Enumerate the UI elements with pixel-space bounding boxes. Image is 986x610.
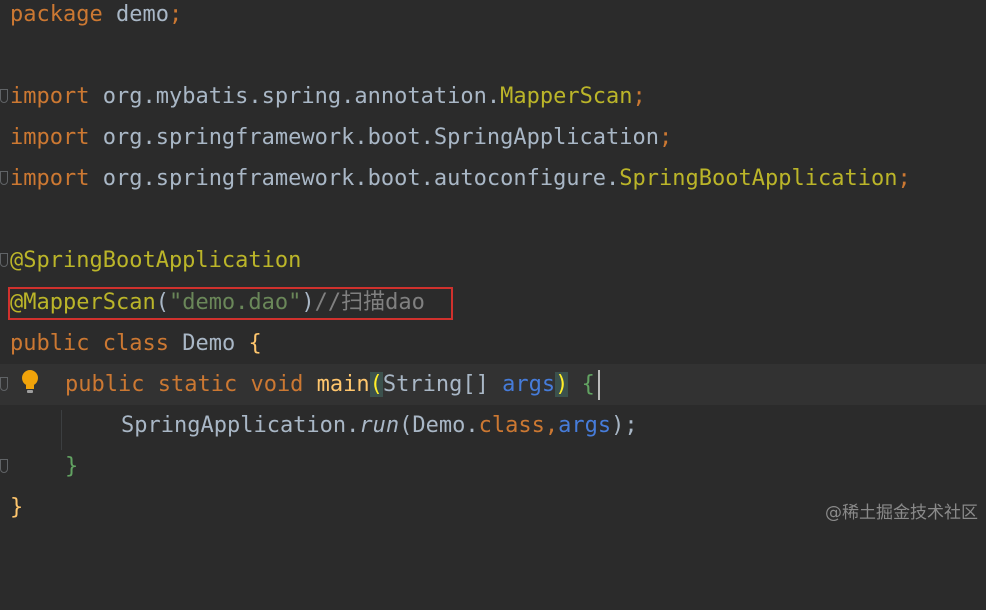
semicolon: ; bbox=[168, 2, 183, 27]
fold-marker-icon[interactable] bbox=[0, 171, 8, 185]
keyword-void: void bbox=[237, 372, 304, 397]
keyword-import: import bbox=[10, 166, 90, 191]
code-line-main-method[interactable]: public static void main(String[] args) { bbox=[0, 364, 986, 405]
keyword-class: class bbox=[89, 331, 169, 356]
paren-open: ( bbox=[369, 372, 383, 397]
brace-open: { bbox=[568, 372, 595, 397]
param-name: args bbox=[502, 372, 556, 397]
fold-marker-icon[interactable] bbox=[0, 253, 8, 267]
code-line-class-declaration[interactable]: public class Demo { bbox=[0, 323, 986, 364]
code-line-annotation-springboot[interactable]: @SpringBootApplication bbox=[0, 240, 986, 281]
keyword-public: public bbox=[10, 331, 90, 356]
paren-close: ); bbox=[611, 413, 638, 438]
annotation-springbootapplication: @SpringBootApplication bbox=[10, 248, 302, 273]
import-path: org.mybatis.spring.annotation. bbox=[89, 84, 501, 109]
code-line-import-mapperscan[interactable]: import org.mybatis.spring.annotation.Map… bbox=[0, 76, 986, 117]
brace-close: } bbox=[10, 495, 24, 520]
keyword-class: class bbox=[478, 413, 545, 438]
fold-marker-icon[interactable] bbox=[0, 89, 8, 103]
fold-marker-icon[interactable] bbox=[0, 377, 8, 391]
brace-open: { bbox=[248, 331, 262, 356]
comma: , bbox=[544, 413, 559, 438]
keyword-package: package bbox=[10, 2, 103, 27]
text-caret bbox=[598, 370, 600, 400]
keyword-static: static bbox=[144, 372, 238, 397]
keyword-public: public bbox=[65, 372, 145, 397]
keyword-import: import bbox=[10, 125, 90, 150]
import-path: org.springframework.boot.autoconfigure. bbox=[89, 166, 620, 191]
semicolon: ; bbox=[897, 166, 911, 191]
watermark: @稀土掘金技术社区 bbox=[825, 503, 978, 523]
code-line-import-springapplication[interactable]: import org.springframework.boot.SpringAp… bbox=[0, 117, 986, 158]
code-editor[interactable]: package demo; import org.mybatis.spring.… bbox=[0, 0, 986, 531]
package-name: demo bbox=[102, 2, 169, 27]
param-type: String[] bbox=[382, 372, 503, 397]
paren-open: ( bbox=[399, 413, 413, 438]
import-path: org.springframework.boot.SpringApplicati… bbox=[89, 125, 660, 150]
code-line-close-method[interactable]: } bbox=[0, 446, 986, 487]
lightbulb-icon[interactable] bbox=[18, 368, 42, 396]
code-line-import-springbootapplication[interactable]: import org.springframework.boot.autoconf… bbox=[0, 158, 986, 199]
import-class: SpringBootApplication bbox=[619, 166, 898, 191]
highlight-box bbox=[8, 287, 453, 320]
paren-close: ) bbox=[555, 372, 569, 397]
method-call: run bbox=[359, 413, 400, 438]
brace-close: } bbox=[65, 454, 79, 479]
argument-class: Demo. bbox=[412, 413, 479, 438]
code-line-run-call[interactable]: SpringApplication.run(Demo.class,args); bbox=[0, 405, 986, 446]
argument-args: args bbox=[558, 413, 612, 438]
class-reference: SpringApplication. bbox=[121, 413, 360, 438]
method-name: main bbox=[303, 372, 370, 397]
import-class: MapperScan bbox=[500, 84, 633, 109]
semicolon: ; bbox=[659, 125, 673, 150]
semicolon: ; bbox=[632, 84, 646, 109]
keyword-import: import bbox=[10, 84, 90, 109]
fold-marker-icon[interactable] bbox=[0, 459, 8, 473]
code-line-package[interactable]: package demo; bbox=[0, 0, 986, 35]
class-name: Demo bbox=[168, 331, 249, 356]
